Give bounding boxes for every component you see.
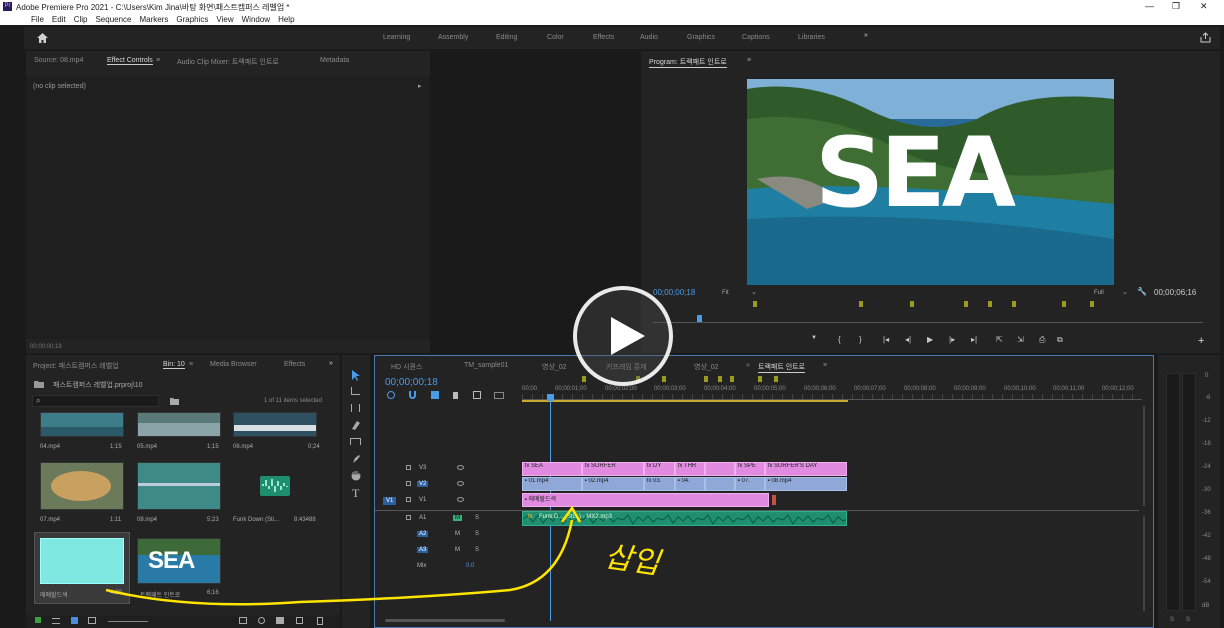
handwritten-annotation: 삽입: [602, 539, 662, 582]
